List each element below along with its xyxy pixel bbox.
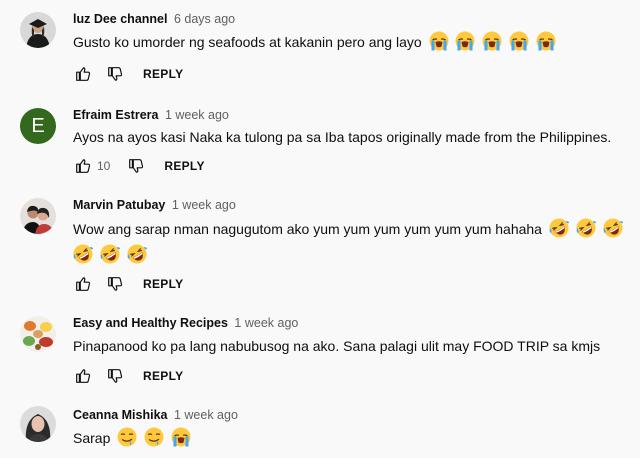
reply-button[interactable]: REPLY [164, 159, 204, 173]
like-button[interactable] [73, 274, 93, 294]
loudly-crying-face-icon [482, 31, 503, 51]
avatar[interactable]: E [20, 108, 56, 144]
comment-text: Sarap [73, 427, 623, 449]
like-button[interactable] [73, 156, 93, 176]
comment-body: Wow ang sarap nman nagugutom ako yum yum… [73, 221, 542, 237]
avatar[interactable] [20, 316, 56, 352]
comment-timestamp[interactable]: 6 days ago [174, 12, 235, 26]
comment-body: Gusto ko umorder ng seafoods at kakanin … [73, 34, 422, 50]
loudly-crying-face-icon [509, 31, 530, 51]
comment-author[interactable]: Efraim Estrera [73, 108, 158, 122]
comment-actions: 10 REPLY [73, 156, 205, 176]
avatar[interactable] [20, 198, 56, 234]
rolling-laughing-face-icon [602, 218, 623, 238]
thumbs-up-icon [76, 159, 91, 173]
comment-body: Sarap [73, 430, 111, 446]
thumbs-down-icon [108, 277, 123, 291]
rolling-laughing-face-icon [126, 244, 147, 264]
comment-text: Gusto ko umorder ng seafoods at kakanin … [73, 31, 623, 53]
dislike-button[interactable] [105, 64, 125, 84]
like-button[interactable] [73, 64, 93, 84]
loudly-crying-face-icon [171, 427, 192, 447]
comment-timestamp[interactable]: 1 week ago [172, 198, 236, 212]
comment-author[interactable]: luz Dee channel [73, 12, 167, 26]
rolling-laughing-face-icon [99, 244, 120, 264]
comment-author[interactable]: Easy and Healthy Recipes [73, 316, 228, 330]
dislike-button[interactable] [105, 274, 125, 294]
thumbs-down-icon [108, 369, 123, 383]
thumbs-down-icon [108, 67, 123, 81]
avatar[interactable] [20, 12, 56, 48]
thumbs-down-icon [129, 159, 144, 173]
like-button[interactable] [73, 366, 93, 386]
like-count: 10 [97, 159, 111, 173]
dislike-button[interactable] [126, 156, 146, 176]
comment-text: Wow ang sarap nman nagugutom ako yum yum… [73, 218, 623, 240]
reply-button[interactable]: REPLY [143, 67, 183, 81]
comment-text: Ayos na ayos kasi Naka ka tulong pa sa I… [73, 129, 612, 145]
rolling-laughing-face-icon [73, 244, 93, 264]
loudly-crying-face-icon [536, 31, 557, 51]
comment-author[interactable]: Ceanna Mishika [73, 408, 167, 422]
comment-timestamp[interactable]: 1 week ago [234, 316, 298, 330]
drooling-face-icon [117, 427, 138, 447]
dislike-button[interactable] [105, 366, 125, 386]
thumbs-up-icon [76, 277, 91, 291]
thumbs-up-icon [76, 67, 91, 81]
reply-button[interactable]: REPLY [143, 369, 183, 383]
comment-text-line2 [73, 244, 623, 266]
loudly-crying-face-icon [455, 31, 476, 51]
rolling-laughing-face-icon [548, 218, 569, 238]
comment-timestamp[interactable]: 1 week ago [174, 408, 238, 422]
loudly-crying-face-icon [428, 31, 449, 51]
comment-actions: REPLY [73, 274, 183, 294]
rolling-laughing-face-icon [575, 218, 596, 238]
avatar[interactable] [20, 406, 56, 442]
comment-actions: REPLY [73, 64, 183, 84]
reply-button[interactable]: REPLY [143, 277, 183, 291]
drooling-face-icon [144, 427, 165, 447]
comment-text: Pinapanood ko pa lang nabubusog na ako. … [73, 338, 601, 354]
comment-author[interactable]: Marvin Patubay [73, 198, 165, 212]
thumbs-up-icon [76, 369, 91, 383]
comment-actions: REPLY [73, 366, 183, 386]
comment-timestamp[interactable]: 1 week ago [165, 108, 229, 122]
